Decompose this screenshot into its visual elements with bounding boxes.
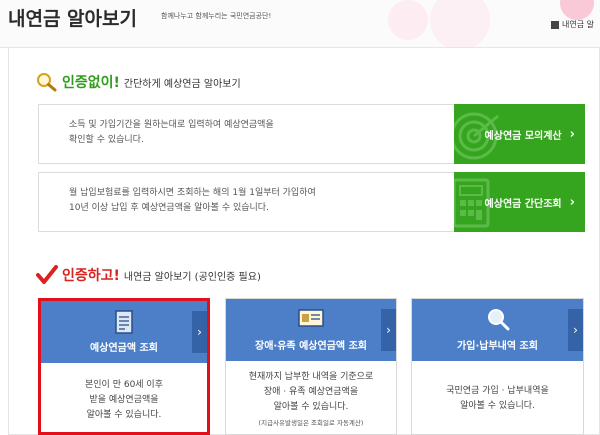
section-no-auth-highlight: 인증없이! [62,75,120,91]
card-note: (지급사유발생일은 조회일로 자동계산) [258,419,364,427]
header-decoration [430,0,490,47]
page-tagline: 함께나누고 함께누리는 국민연금공단! [161,12,272,20]
simple-lookup-button-label: 예상연금 간단조회 [484,198,562,210]
card-text-line: 현재까지 납부한 내역을 기준으로 [248,372,374,382]
checkmark-icon [36,265,58,284]
mock-calc-row: 소득 및 가입기간을 원하는대로 입력하여 예상연금액을 확인할 수 있습니다.… [38,104,585,164]
section-no-auth-subtitle: 간단하게 예상연금 알아보기 [123,78,241,90]
card-text-line: 알아볼 수 있습니다. [86,410,162,420]
card-body: 현재까지 납부한 내역을 기준으로 장애 · 유족 예상연금액을 알아볼 수 있… [226,361,396,435]
section-auth-subtitle: 내연금 알아보기 (공인인증 필요) [123,271,261,283]
card-text-line: 알아볼 수 있습니다. [273,402,349,412]
section-auth-highlight: 인증하고! [62,268,120,284]
chevron-right-icon[interactable]: › [381,309,396,351]
card-text-line: 본인이 만 60세 이후 [85,380,163,390]
card-header: 가입·납부내역 조회 › [412,299,583,361]
description-line: 10년 이상 납입 후 예상연금액을 알아볼 수 있습니다. [69,203,269,213]
section-auth-heading: 인증하고! 내연금 알아보기 (공인인증 필요) [36,265,261,285]
section-no-auth-heading: 인증없이! 간단하게 예상연금 알아보기 [36,72,241,92]
square-bullet-icon [551,20,559,29]
page-header: 내연금 알아보기 함께나누고 함께누리는 국민연금공단! 내연금 알 [0,0,600,48]
description-line: 확인할 수 있습니다. [69,135,144,145]
card-body: 국민연금 가입 · 납부내역을 알아볼 수 있습니다. [412,361,583,435]
header-decoration [560,0,594,20]
card-title: 가입·납부내역 조회 [457,341,538,352]
card-body: 본인이 만 60세 이후 받을 예상연금액을 알아볼 수 있습니다. [41,363,207,435]
header-decoration [388,0,428,40]
card-text-line: 알아볼 수 있습니다. [460,400,535,411]
simple-lookup-description: 월 납입보험료를 입력하시면 조회하는 해의 1월 1일부터 가입하여 10년 … [69,186,449,216]
page-title: 내연금 알아보기 [8,8,137,30]
my-pension-link-label: 내연금 알 [562,20,594,29]
magnifier-icon [37,73,57,92]
card-text-line: 국민연금 가입 · 납부내역을 [446,385,549,396]
card-text-line: 받을 예상연금액을 [89,395,159,405]
card-header: 장애·유족 예상연금액 조회 › [226,299,396,361]
chevron-right-icon[interactable]: › [192,311,207,353]
chevron-right-icon: › [569,126,575,142]
chevron-right-icon[interactable]: › [568,309,583,351]
card-title: 장애·유족 예상연금액 조회 [255,341,367,352]
document-icon [115,310,133,334]
simple-lookup-row: 월 납입보험료를 입력하시면 조회하는 해의 1월 1일부터 가입하여 10년 … [38,172,585,232]
magnifier-icon [487,309,509,331]
card-title: 예상연금액 조회 [90,343,158,354]
simple-lookup-button[interactable]: 예상연금 간단조회 › [454,172,585,232]
mock-calc-button[interactable]: 예상연금 모의계산 › [454,104,585,164]
card-header: 예상연금액 조회 › [41,301,207,363]
mock-calc-description: 소득 및 가입기간을 원하는대로 입력하여 예상연금액을 확인할 수 있습니다. [69,118,449,148]
description-line: 월 납입보험료를 입력하시면 조회하는 해의 1월 1일부터 가입하여 [69,188,316,198]
expected-pension-card[interactable]: 예상연금액 조회 › 본인이 만 60세 이후 받을 예상연금액을 알아볼 수 … [38,298,210,435]
card-text-line: 장애 · 유족 예상연금액을 [263,387,359,397]
description-line: 소득 및 가입기간을 원하는대로 입력하여 예상연금액을 [69,120,274,130]
id-card-icon [298,309,324,327]
chevron-right-icon: › [569,194,575,210]
enrollment-payment-card[interactable]: 가입·납부내역 조회 › 국민연금 가입 · 납부내역을 알아볼 수 있습니다. [411,298,584,435]
my-pension-link[interactable]: 내연금 알 [551,19,594,30]
mock-calc-button-label: 예상연금 모의계산 [484,130,562,142]
disability-survivor-card[interactable]: 장애·유족 예상연금액 조회 › 현재까지 납부한 내역을 기준으로 장애 · … [225,298,397,435]
